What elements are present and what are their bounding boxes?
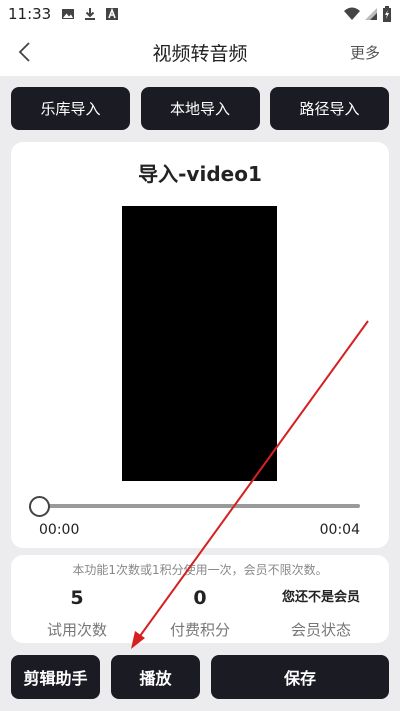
paid-points-value: 0 <box>193 587 207 609</box>
a-box-icon <box>106 7 119 20</box>
current-time: 00:00 <box>39 522 80 538</box>
wifi-icon <box>344 7 360 20</box>
music-library-import-button[interactable]: 乐库导入 <box>11 87 130 130</box>
progress-slider-thumb[interactable] <box>29 496 50 517</box>
membership-status-value[interactable]: 您还不是会员 <box>266 585 376 611</box>
more-button[interactable]: 更多 <box>350 42 380 63</box>
video-player-card: 导入-video1 00:00 00:04 <box>11 142 389 548</box>
trial-count-value: 5 <box>70 587 84 609</box>
video-title: 导入-video1 <box>138 162 262 186</box>
paid-points-stat: 0 付费积分 <box>145 585 255 640</box>
video-preview[interactable] <box>122 206 277 481</box>
page-title: 视频转音频 <box>152 42 248 65</box>
progress-slider[interactable] <box>40 504 360 508</box>
usage-note: 本功能1次数或1积分使用一次，会员不限次数。 <box>72 563 328 577</box>
status-time: 11:33 <box>8 5 52 23</box>
path-import-button[interactable]: 路径导入 <box>270 87 389 130</box>
trial-count-label: 试用次数 <box>46 621 107 639</box>
save-button[interactable]: 保存 <box>211 655 389 699</box>
download-icon <box>85 8 96 20</box>
header: 视频转音频 更多 <box>0 28 400 76</box>
local-import-button[interactable]: 本地导入 <box>140 87 260 130</box>
trial-count-stat: 5 试用次数 <box>22 585 132 640</box>
membership-status-label: 会员状态 <box>290 621 351 639</box>
status-icons-left <box>61 7 119 21</box>
status-bar: 11:33 <box>0 0 400 28</box>
play-button[interactable]: 播放 <box>111 655 200 699</box>
usage-info-card: 本功能1次数或1积分使用一次，会员不限次数。 5 试用次数 0 付费积分 您还不… <box>11 555 389 643</box>
signal-icon <box>365 8 377 20</box>
chevron-left-icon[interactable] <box>14 40 38 64</box>
status-icons-right <box>344 6 392 22</box>
battery-icon <box>383 6 391 22</box>
edit-assistant-button[interactable]: 剪辑助手 <box>11 655 100 699</box>
total-time: 00:04 <box>319 522 360 538</box>
paid-points-label: 付费积分 <box>169 621 230 639</box>
import-buttons-row: 乐库导入 本地导入 路径导入 <box>11 87 389 130</box>
image-icon <box>62 9 75 19</box>
membership-status-stat[interactable]: 您还不是会员 会员状态 <box>266 585 376 640</box>
